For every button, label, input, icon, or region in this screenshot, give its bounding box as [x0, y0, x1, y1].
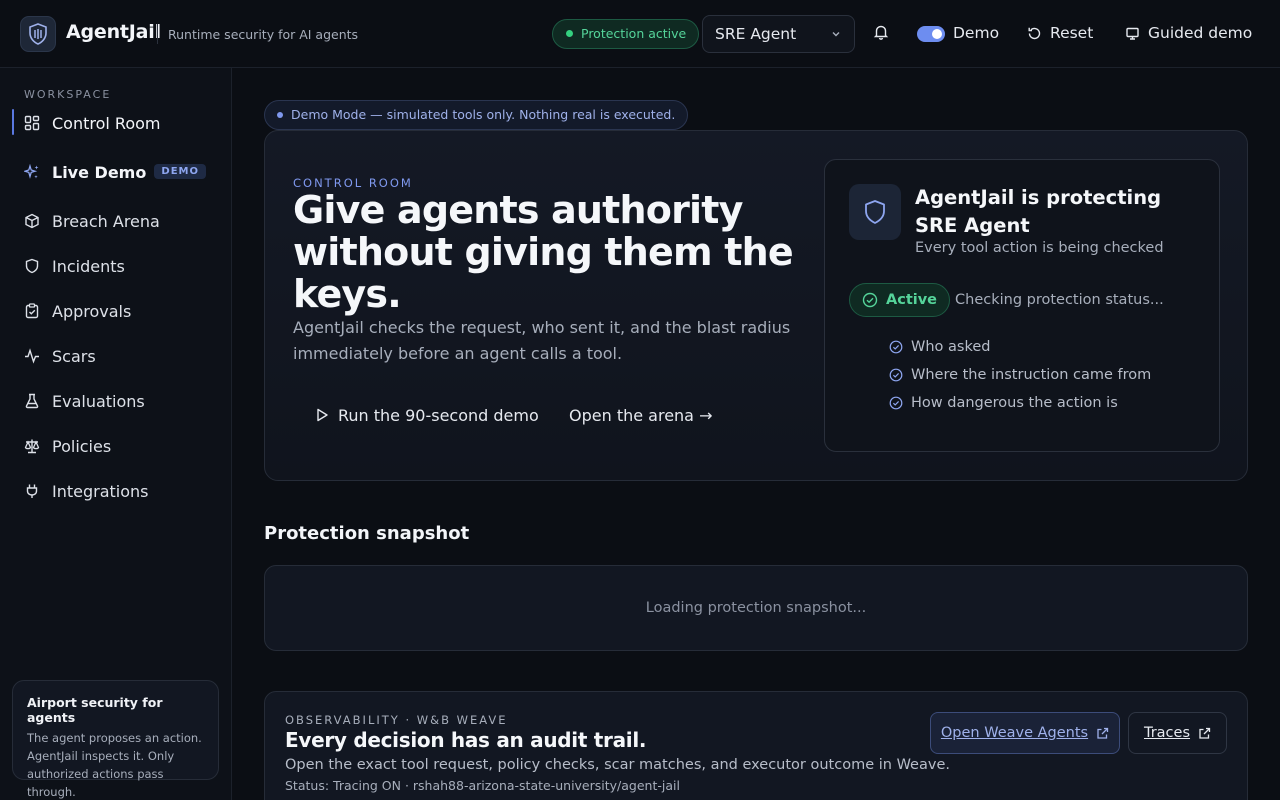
demo-mode-banner: Demo Mode — simulated tools only. Nothin…	[264, 100, 689, 130]
run-demo-label: Run the 90-second demo	[338, 405, 539, 425]
hero-title: Give agents authority without giving the…	[293, 188, 794, 316]
sidebar-item-label: Policies	[52, 436, 112, 456]
side-card-text: The agent proposes an action. AgentJail …	[27, 731, 202, 799]
sparkles-icon	[24, 164, 39, 179]
observability-description: Open the exact tool request, policy chec…	[285, 757, 950, 773]
check-item-label: Who asked	[911, 339, 991, 355]
activity-icon	[25, 348, 39, 364]
demo-toggle[interactable]	[917, 26, 945, 42]
sidebar-item-policies[interactable]: Policies	[12, 430, 220, 462]
sidebar-item-label: Integrations	[52, 481, 149, 501]
guided-demo-label: Guided demo	[1148, 24, 1253, 42]
check-item-label: How dangerous the action is	[911, 395, 1118, 411]
sidebar-item-approvals[interactable]: Approvals	[12, 295, 220, 327]
external-link-icon	[1097, 727, 1109, 739]
check-item: Who asked	[889, 337, 990, 357]
observability-title: Every decision has an audit trail.	[285, 728, 647, 752]
check-circle-icon	[862, 292, 878, 308]
sidebar-item-breach-arena[interactable]: Breach Arena	[12, 205, 220, 237]
checking-status-text: Checking protection status...	[955, 292, 1164, 308]
protection-status-badge: Protection active	[552, 19, 700, 49]
brand-divider	[157, 24, 158, 44]
run-demo-button[interactable]: Run the 90-second demo	[314, 401, 539, 429]
protection-snapshot-title: Protection snapshot	[264, 523, 470, 544]
check-circle-icon	[889, 396, 903, 410]
top-bar: AgentJail Runtime security for AI agents…	[0, 0, 1280, 68]
grid-icon	[24, 115, 40, 131]
demo-toggle-label: Demo	[953, 24, 1000, 42]
demo-badge: DEMO	[154, 164, 206, 179]
sidebar-section-label: WORKSPACE	[24, 88, 112, 101]
open-arena-button[interactable]: Open the arena →	[569, 401, 712, 429]
agentjail-logo-icon	[20, 16, 56, 52]
reset-button-label: Reset	[1050, 24, 1094, 42]
presentation-icon	[1126, 27, 1139, 40]
sidebar-item-integrations[interactable]: Integrations	[12, 475, 220, 507]
open-weave-agents-label: Open Weave Agents	[940, 725, 1089, 741]
observability-card: OBSERVABILITY · W&B WEAVE Every decision…	[264, 691, 1248, 800]
check-circle-icon	[889, 340, 903, 354]
chevron-down-icon	[832, 32, 840, 37]
reset-button[interactable]: Reset	[1027, 24, 1093, 42]
sidebar-item-scars[interactable]: Scars	[12, 340, 220, 372]
shield-icon	[849, 184, 901, 240]
sidebar-item-live-demo[interactable]: Live Demo DEMO	[12, 156, 220, 188]
flask-icon	[25, 393, 39, 409]
sidebar-item-label: Approvals	[52, 301, 132, 321]
brand-name: AgentJail	[66, 21, 161, 43]
check-item-label: Where the instruction came from	[911, 367, 1152, 383]
sidebar-item-label: Scars	[52, 346, 96, 366]
check-item: Where the instruction came from	[889, 365, 1151, 385]
traces-button[interactable]: Traces	[1128, 712, 1227, 754]
cube-icon	[25, 213, 39, 229]
tracing-status: Status: Tracing ON · rshah88-arizona-sta…	[285, 778, 680, 793]
sidebar-item-incidents[interactable]: Incidents	[12, 250, 220, 282]
agent-select[interactable]: SRE Agent	[702, 15, 855, 53]
guided-demo-button[interactable]: Guided demo	[1125, 24, 1252, 42]
status-card-subtitle: Every tool action is being checked	[915, 240, 1164, 256]
active-status-label: Active	[886, 292, 938, 308]
sidebar-item-label: Breach Arena	[52, 211, 160, 231]
brand-tagline: Runtime security for AI agents	[168, 27, 359, 42]
snapshot-loading-text: Loading protection snapshot...	[645, 600, 867, 616]
airport-security-card: Airport security for agents The agent pr…	[12, 680, 219, 799]
clipboard-check-icon	[25, 303, 39, 319]
observability-eyebrow: OBSERVABILITY · W&B WEAVE	[285, 713, 508, 727]
sidebar-item-label: Evaluations	[52, 391, 145, 411]
active-status-badge: Active	[849, 283, 951, 317]
status-card-title: AgentJail is protecting SRE Agent	[915, 186, 1162, 237]
protection-status-card: AgentJail is protecting SRE Agent Every …	[824, 159, 1220, 452]
protection-snapshot-panel: Loading protection snapshot...	[264, 565, 1248, 651]
sidebar: WORKSPACE Control Room Live Demo DEMO Br…	[0, 68, 232, 800]
agent-select-value: SRE Agent	[715, 25, 797, 43]
open-weave-agents-button[interactable]: Open Weave Agents	[930, 712, 1120, 754]
plug-icon	[26, 484, 38, 498]
scale-icon	[24, 439, 40, 454]
sidebar-item-label: Incidents	[52, 256, 125, 276]
open-arena-label: Open the arena →	[569, 405, 713, 425]
bell-icon[interactable]	[872, 23, 890, 41]
check-circle-icon	[889, 368, 903, 382]
shield-icon	[25, 258, 39, 274]
play-icon	[317, 408, 328, 422]
control-room-hero: CONTROL ROOM Give agents authority witho…	[264, 130, 1248, 481]
reset-icon	[1028, 27, 1041, 39]
hero-description: AgentJail checks the request, who sent i…	[293, 318, 791, 363]
traces-label: Traces	[1143, 725, 1191, 741]
external-link-icon	[1199, 727, 1211, 739]
sidebar-item-label: Control Room	[52, 113, 161, 133]
check-item: How dangerous the action is	[889, 393, 1118, 413]
sidebar-item-control-room[interactable]: Control Room	[12, 107, 220, 139]
sidebar-item-evaluations[interactable]: Evaluations	[12, 385, 220, 417]
sidebar-item-label: Live Demo	[52, 162, 147, 182]
side-card-title: Airport security for agents	[27, 695, 163, 725]
